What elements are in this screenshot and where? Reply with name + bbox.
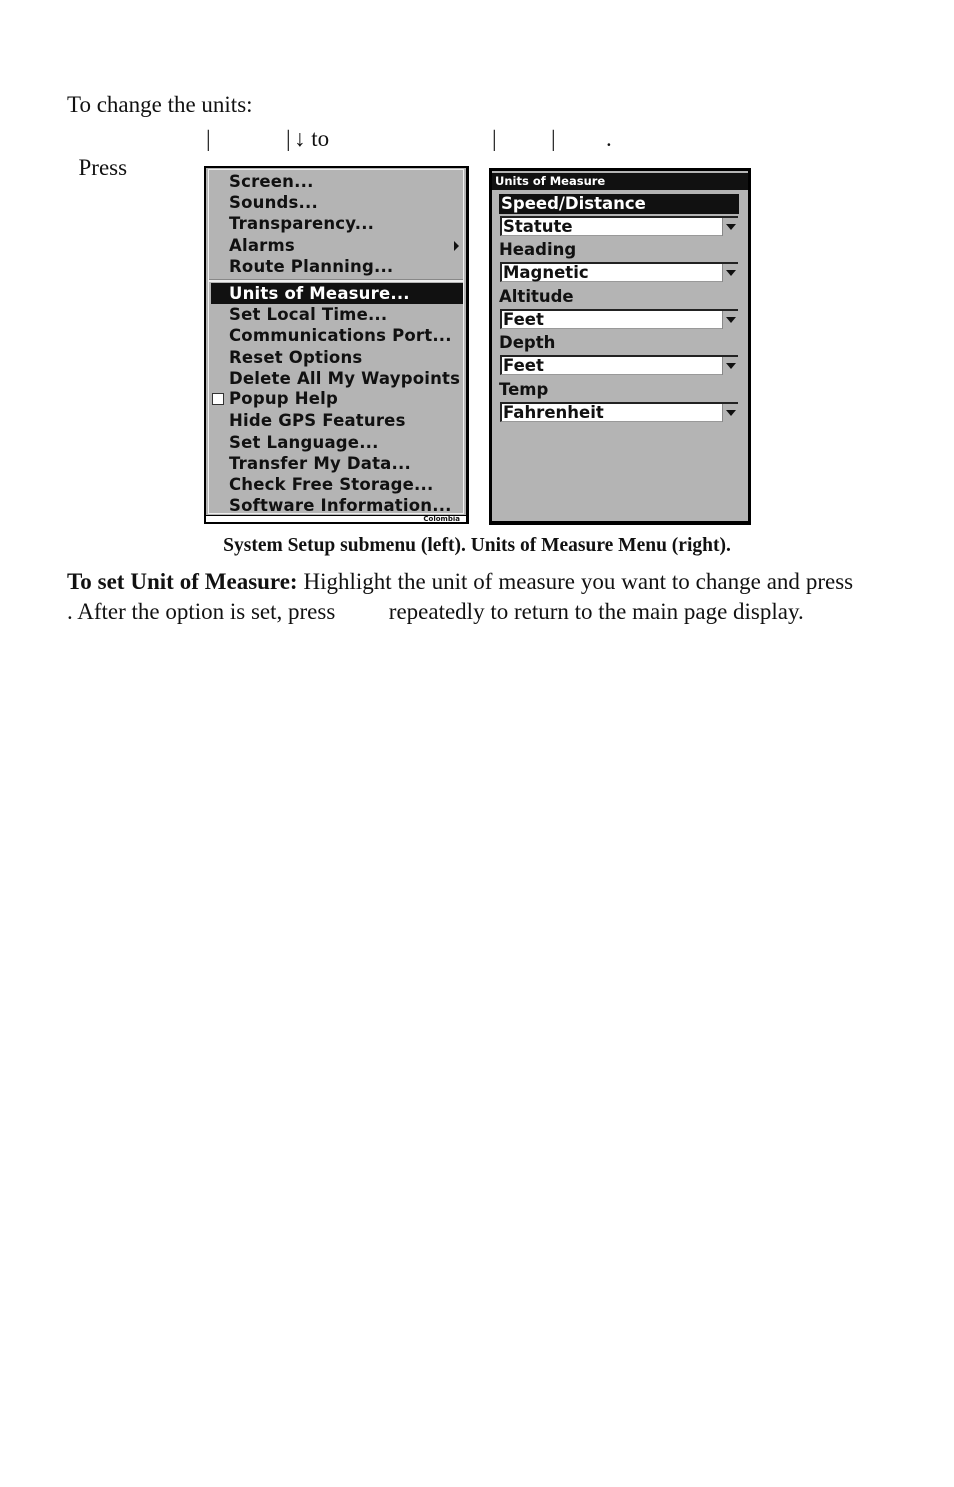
select-value: Statute <box>503 217 573 236</box>
menu-panel: Screen... Sounds... Transparency... Alar… <box>208 169 464 516</box>
field-label-depth: Depth <box>499 333 556 352</box>
body-paragraph: To set Unit of Measure: Highlight the un… <box>67 567 887 627</box>
paragraph-text-3: repeatedly to return to the main page di… <box>383 599 804 624</box>
select-value: Feet <box>503 356 544 375</box>
menu-divider <box>209 279 463 282</box>
menu-item-check-free-storage[interactable]: Check Free Storage... <box>229 474 433 495</box>
field-label-heading: Heading <box>499 240 577 259</box>
temp-select[interactable]: Fahrenheit <box>500 402 738 422</box>
press-text: Press <box>78 155 128 180</box>
field-label-temp: Temp <box>499 380 549 399</box>
select-value: Fahrenheit <box>503 403 604 422</box>
dropdown-arrow-icon[interactable] <box>722 404 738 422</box>
depth-select[interactable]: Feet <box>500 355 738 375</box>
separator: | <box>551 126 556 151</box>
menu-item-sounds[interactable]: Sounds... <box>229 192 318 213</box>
dialog-title: Units of Measure <box>492 173 748 190</box>
units-of-measure-screenshot: Units of Measure Speed/Distance Statute … <box>489 168 751 525</box>
submenu-arrow-icon <box>454 241 459 251</box>
menu-item-units-of-measure[interactable]: Units of Measure... <box>211 283 463 304</box>
select-value: Feet <box>503 310 544 329</box>
intro-line-1: To change the units: <box>67 92 253 117</box>
separator: | <box>286 126 291 151</box>
menu-item-hide-gps-features[interactable]: Hide GPS Features <box>229 410 406 431</box>
map-footer-text: Colombia <box>423 515 460 522</box>
menu-item-set-local-time[interactable]: Set Local Time... <box>229 304 387 325</box>
field-label-altitude: Altitude <box>499 287 574 306</box>
popup-help-checkbox[interactable] <box>212 393 224 405</box>
paragraph-lead: To set Unit of Measure: <box>67 569 298 594</box>
separator: | <box>492 126 497 151</box>
down-arrow-to-text: ↓ to <box>294 126 330 151</box>
figure-caption: System Setup submenu (left). Units of Me… <box>223 535 731 556</box>
altitude-select[interactable]: Feet <box>500 309 738 329</box>
menu-item-software-information[interactable]: Software Information... <box>229 495 452 516</box>
paragraph-text-2: . After the option is set, press <box>67 599 342 624</box>
period: . <box>606 126 612 151</box>
menu-item-transparency[interactable]: Transparency... <box>229 213 374 234</box>
heading-select[interactable]: Magnetic <box>500 262 738 282</box>
menu-item-reset-options[interactable]: Reset Options <box>229 347 362 368</box>
paragraph-text-1: Highlight the unit of measure you want t… <box>297 569 859 594</box>
separator: | <box>206 126 211 151</box>
field-label-speed-distance[interactable]: Speed/Distance <box>499 194 739 214</box>
menu-item-alarms[interactable]: Alarms <box>229 235 295 256</box>
select-value: Magnetic <box>503 263 589 282</box>
speed-distance-select[interactable]: Statute <box>500 216 738 236</box>
menu-item-transfer-my-data[interactable]: Transfer My Data... <box>229 453 411 474</box>
system-setup-menu-screenshot: Screen... Sounds... Transparency... Alar… <box>204 166 469 524</box>
intro-line-2: Press <box>67 126 128 182</box>
menu-item-delete-all-waypoints[interactable]: Delete All My Waypoints <box>229 368 460 389</box>
menu-item-screen[interactable]: Screen... <box>229 171 314 192</box>
menu-item-communications-port[interactable]: Communications Port... <box>229 325 452 346</box>
menu-item-set-language[interactable]: Set Language... <box>229 432 379 453</box>
dropdown-arrow-icon[interactable] <box>722 311 738 329</box>
map-footer-strip: Colombia <box>206 515 466 522</box>
dropdown-arrow-icon[interactable] <box>722 357 738 375</box>
dropdown-arrow-icon[interactable] <box>722 218 738 236</box>
dropdown-arrow-icon[interactable] <box>722 264 738 282</box>
menu-item-popup-help[interactable]: Popup Help <box>229 388 338 409</box>
menu-item-route-planning[interactable]: Route Planning... <box>229 256 393 277</box>
